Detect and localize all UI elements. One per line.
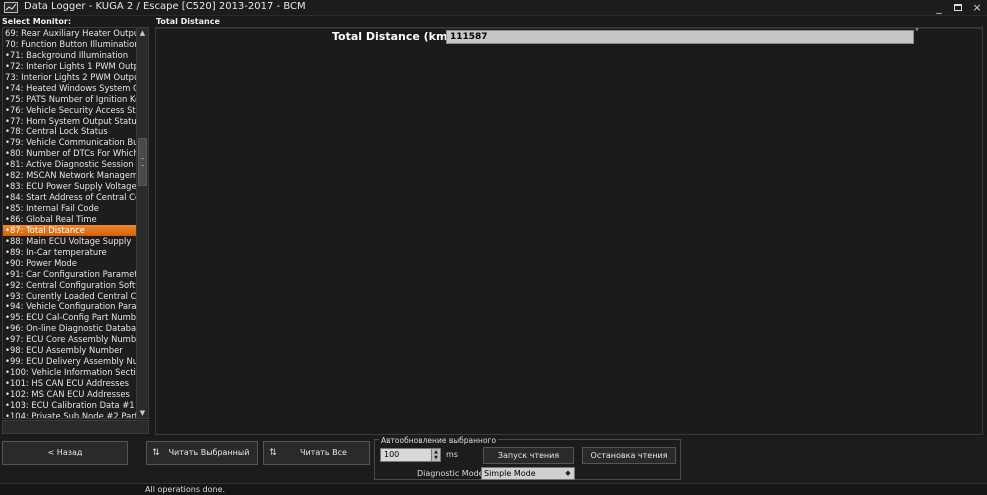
monitor-item[interactable]: •96: On-line Diagnostic Databas	[3, 323, 137, 334]
auto-update-legend: Автообновление выбранного	[379, 436, 499, 445]
spin-arrows-icon[interactable]: ▲ ▼	[431, 449, 440, 461]
select-monitor-label: Select Monitor:	[2, 17, 72, 26]
interval-spinbox[interactable]: 100 ▲ ▼	[380, 448, 441, 462]
monitor-item[interactable]: •99: ECU Delivery Assembly Nur	[3, 356, 137, 367]
monitor-item[interactable]: •94: Vehicle Configuration Paran	[3, 301, 137, 312]
diagnostic-mode-label: Diagnostic Mode:	[417, 469, 487, 478]
list-footer-box	[2, 420, 149, 434]
monitor-item[interactable]: •98: ECU Assembly Number	[3, 345, 137, 356]
monitor-item[interactable]: •97: ECU Core Assembly Numbe	[3, 334, 137, 345]
monitor-item-selected[interactable]: •87: Total Distance	[3, 224, 137, 236]
scroll-thumb[interactable]	[138, 138, 147, 186]
value-marker: °	[915, 27, 919, 36]
monitor-item[interactable]: •91: Car Configuration Paramete	[3, 269, 137, 280]
monitor-item[interactable]: •86: Global Real Time	[3, 214, 137, 225]
bottom-toolbar: < Назад ⇅ Читать Выбранный ⇅ Читать Все …	[0, 436, 987, 483]
read-selected-button[interactable]: ⇅ Читать Выбранный	[146, 441, 258, 465]
monitor-item[interactable]: •74: Heated Windows System O	[3, 83, 137, 94]
close-icon: ×	[972, 1, 982, 14]
monitor-list[interactable]: 69: Rear Auxiliary Heater Outpu 70: Funct…	[2, 27, 149, 419]
diagnostic-mode-select[interactable]: Simple Mode ◆	[481, 467, 575, 480]
diagnostic-mode-value: Simple Mode	[484, 469, 536, 478]
read-all-label: Читать Все	[300, 448, 347, 457]
scroll-down-icon[interactable]: ▼	[137, 408, 148, 418]
total-distance-value: 111587	[446, 30, 914, 44]
monitor-item[interactable]: •80: Number of DTCs For Which	[3, 148, 137, 159]
monitor-item[interactable]: •76: Vehicle Security Access Sta	[3, 105, 137, 116]
monitor-item[interactable]: 73: Interior Lights 2 PWM Outpu	[3, 72, 137, 83]
close-button[interactable]: ×	[970, 1, 984, 14]
scroll-up-icon[interactable]: ▲	[137, 28, 148, 38]
monitor-item[interactable]: •78: Central Lock Status	[3, 126, 137, 137]
sort-icon: ⇅	[152, 448, 160, 458]
monitor-item[interactable]: •85: Internal Fail Code	[3, 203, 137, 214]
stop-reading-label: Остановка чтения	[590, 451, 668, 460]
monitor-item[interactable]: •102: MS CAN ECU Addresses	[3, 389, 137, 400]
read-all-button[interactable]: ⇅ Читать Все	[263, 441, 370, 465]
minimize-button[interactable]: _	[932, 1, 946, 14]
back-button-label: < Назад	[47, 448, 83, 457]
start-reading-label: Запуск чтения	[497, 451, 560, 460]
window-title: Data Logger - KUGA 2 / Escape [C520] 201…	[24, 1, 306, 12]
title-bar: Data Logger - KUGA 2 / Escape [C520] 201…	[0, 0, 987, 16]
start-reading-button[interactable]: Запуск чтения	[483, 447, 574, 464]
read-selected-label: Читать Выбранный	[168, 448, 250, 457]
status-bar: All operations done.	[0, 483, 987, 495]
monitor-item[interactable]: •77: Horn System Output Status	[3, 116, 137, 127]
monitor-item[interactable]: •83: ECU Power Supply Voltage	[3, 181, 137, 192]
monitor-item[interactable]: •93: Curently Loaded Central Co	[3, 291, 137, 302]
monitor-item[interactable]: •71: Background Illumination	[3, 50, 137, 61]
monitor-item[interactable]: •90: Power Mode	[3, 258, 137, 269]
monitor-item[interactable]: •75: PATS Number of Ignition Ke	[3, 94, 137, 105]
monitor-item[interactable]: •89: In-Car temperature	[3, 247, 137, 258]
monitor-item[interactable]: 70: Function Button Illumination	[3, 39, 137, 50]
monitor-item[interactable]: •101: HS CAN ECU Addresses	[3, 378, 137, 389]
status-text: All operations done.	[145, 485, 226, 494]
stop-reading-button[interactable]: Остановка чтения	[582, 447, 676, 464]
monitor-item[interactable]: •100: Vehicle Information Sectio	[3, 367, 137, 378]
sort-icon: ⇅	[269, 448, 277, 458]
maximize-icon	[954, 4, 962, 11]
app-icon	[4, 2, 18, 13]
interval-unit: ms	[446, 450, 458, 459]
chevron-down-icon: ◆	[565, 469, 571, 477]
monitor-item[interactable]: •79: Vehicle Communication Bus	[3, 137, 137, 148]
monitor-item[interactable]: •84: Start Address of Central Co	[3, 192, 137, 203]
monitor-item[interactable]: •92: Central Configuration Softw	[3, 280, 137, 291]
monitor-item[interactable]: •72: Interior Lights 1 PWM Outp	[3, 61, 137, 72]
monitor-item[interactable]: •95: ECU Cal-Config Part Numbe	[3, 312, 137, 323]
monitor-list-items: 69: Rear Auxiliary Heater Outpu 70: Funct…	[3, 28, 137, 418]
monitor-list-scrollbar[interactable]: ▲ ▼	[136, 28, 148, 418]
minimize-icon: _	[936, 1, 942, 14]
monitor-item[interactable]: 69: Rear Auxiliary Heater Outpu	[3, 28, 137, 39]
monitor-display-area: Total Distance (km): 111587 °	[156, 27, 982, 434]
monitor-item[interactable]: •82: MSCAN Network Managem	[3, 170, 137, 181]
back-button[interactable]: < Назад	[2, 441, 128, 465]
maximize-button[interactable]	[951, 1, 965, 14]
total-distance-label: Total Distance (km):	[332, 30, 457, 43]
panel-title: Total Distance	[156, 17, 220, 26]
monitor-item[interactable]: •81: Active Diagnostic Session	[3, 159, 137, 170]
monitor-display-panel: Total Distance (km): 111587 °	[155, 27, 983, 435]
monitor-item[interactable]: •88: Main ECU Voltage Supply	[3, 236, 137, 247]
monitor-item[interactable]: •104: Private Sub Node #2 Part	[3, 411, 137, 418]
monitor-item[interactable]: •103: ECU Calibration Data #1 N	[3, 400, 137, 411]
interval-value: 100	[384, 450, 400, 459]
